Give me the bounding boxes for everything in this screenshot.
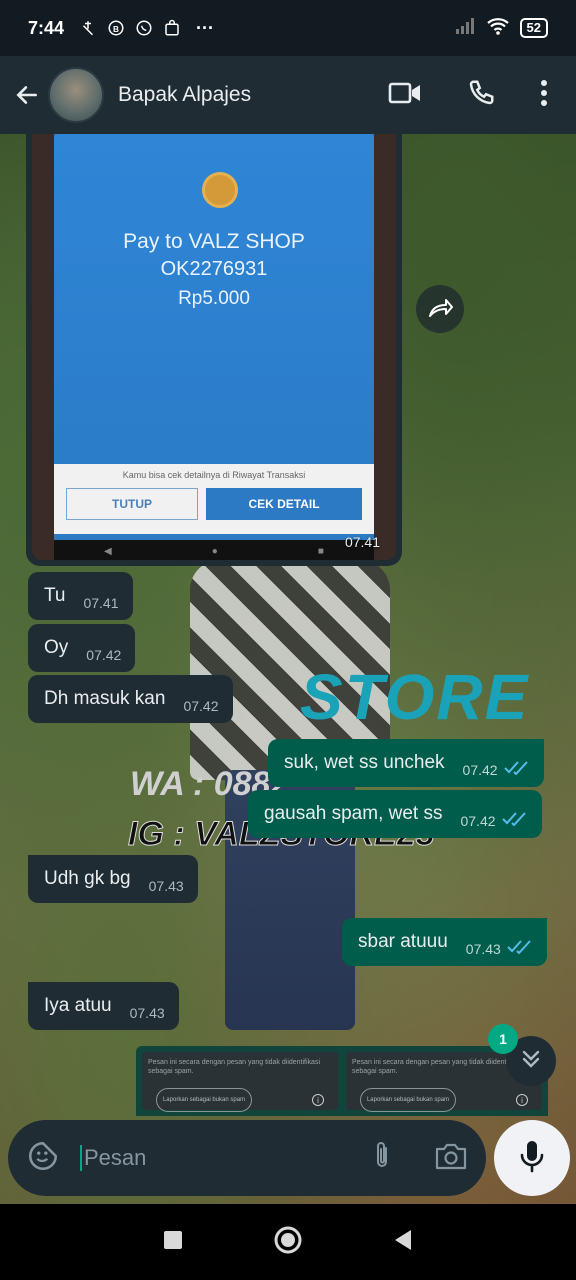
mute-icon [78, 18, 98, 38]
video-call-icon[interactable] [388, 80, 422, 111]
read-ticks-icon [501, 810, 528, 832]
recents-icon[interactable] [163, 1230, 183, 1255]
voice-record-button[interactable] [494, 1120, 570, 1196]
message-bubble-outgoing[interactable]: suk, wet ss unchek 07.42 [268, 739, 544, 787]
cek-detail-button: CEK DETAIL [206, 488, 362, 520]
contact-name[interactable]: Bapak Alpajes [118, 83, 251, 107]
coin-icon [202, 172, 238, 208]
message-text: Tu [44, 585, 66, 606]
message-text: Oy [44, 637, 69, 658]
phone-screen: Pay to VALZ SHOP OK2276931 Rp5.000 Kamu … [54, 134, 374, 534]
message-bubble-incoming[interactable]: Oy 07.42 [28, 624, 136, 672]
payment-screenshot: Pay to VALZ SHOP OK2276931 Rp5.000 Kamu … [32, 134, 396, 560]
message-time: 07.42 [183, 698, 219, 714]
message-bubble-incoming[interactable]: Dh masuk kan 07.42 [28, 675, 233, 723]
info-icon[interactable]: i [516, 1094, 528, 1106]
pay-code: OK2276931 [160, 258, 268, 280]
read-ticks-icon [503, 759, 530, 781]
voice-call-icon[interactable] [466, 78, 496, 113]
contact-avatar[interactable] [48, 67, 104, 123]
forward-icon [427, 296, 453, 323]
header-actions [388, 78, 562, 113]
message-text: Udh gk bg [44, 868, 131, 889]
message-text: gausah spam, wet ss [264, 803, 443, 824]
image-message[interactable]: Pay to VALZ SHOP OK2276931 Rp5.000 Kamu … [26, 134, 402, 566]
read-ticks-icon [507, 938, 533, 960]
message-text: Dh masuk kan [44, 688, 166, 709]
spam-report-strip: Pesan ini secara dengan pesan yang tidak… [136, 1046, 548, 1116]
chat-header: Bapak Alpajes [0, 56, 576, 134]
message-time: 07.42 [86, 647, 122, 663]
report-card-text: Pesan ini secara dengan pesan yang tidak… [148, 1059, 321, 1075]
message-bubble-outgoing[interactable]: gausah spam, wet ss 07.42 [248, 790, 542, 838]
back-triangle-icon[interactable] [393, 1229, 413, 1256]
message-text: sbar atuuu [358, 931, 448, 952]
message-bubble-incoming[interactable]: Iya atuu 07.43 [28, 982, 179, 1030]
phone-back-icon: ◀ [104, 545, 112, 557]
message-text: suk, wet ss unchek [284, 752, 445, 773]
message-bubble-outgoing[interactable]: sbar atuuu 07.43 [342, 918, 547, 966]
status-time: 7:44 [28, 17, 65, 38]
watermark-store: STORE [300, 661, 530, 733]
image-timestamp: 07.41 [344, 534, 380, 550]
message-time: 07.41 [83, 595, 119, 611]
message-bubble-incoming[interactable]: Udh gk bg 07.43 [28, 855, 198, 903]
report-not-spam-button[interactable]: Laporkan sebagai bukan spam [156, 1088, 252, 1112]
pay-note: Kamu bisa cek detailnya di Riwayat Trans… [122, 470, 306, 480]
home-icon[interactable] [273, 1225, 303, 1260]
unread-count-badge: 1 [488, 1024, 518, 1054]
b-notification-icon: B [106, 18, 126, 38]
back-arrow-icon[interactable] [14, 82, 40, 108]
phone-recent-icon: ■ [317, 545, 324, 557]
wifi-icon [486, 16, 510, 41]
report-card[interactable]: Pesan ini secara dengan pesan yang tidak… [142, 1052, 338, 1112]
pay-title: Pay to VALZ SHOP [123, 230, 305, 253]
message-time: 07.42 [460, 813, 496, 829]
pay-panel: Kamu bisa cek detailnya di Riwayat Trans… [54, 464, 374, 534]
composer-actions [370, 1140, 468, 1177]
report-not-spam-button[interactable]: Laporkan sebagai bukan spam [360, 1088, 456, 1112]
whatsapp-icon [134, 18, 154, 38]
pay-amount: Rp5.000 [178, 288, 250, 309]
tutup-button: TUTUP [66, 488, 198, 520]
message-composer: Pesan [8, 1120, 486, 1196]
message-time: 07.43 [148, 878, 184, 894]
emoji-sticker-icon[interactable] [26, 1139, 60, 1178]
message-input[interactable]: Pesan [80, 1145, 146, 1171]
svg-text:B: B [113, 25, 119, 34]
system-nav-bar [0, 1204, 576, 1280]
menu-kebab-icon[interactable] [540, 79, 548, 112]
message-time: 07.42 [462, 762, 498, 778]
status-icons-right: 52 [454, 16, 548, 41]
status-bar: 7:44 B ··· 52 [0, 0, 576, 56]
battery-icon: 52 [519, 18, 548, 38]
phone-home-icon: ● [211, 545, 218, 557]
message-bubble-incoming[interactable]: Tu 07.41 [28, 572, 133, 620]
attach-paperclip-icon[interactable] [370, 1140, 394, 1177]
signal-icon [454, 17, 476, 40]
message-text: Iya atuu [44, 995, 112, 1016]
forward-button[interactable] [416, 285, 464, 333]
status-icons-left: B ··· [78, 18, 214, 39]
camera-icon[interactable] [434, 1141, 468, 1176]
info-icon[interactable]: i [312, 1094, 324, 1106]
phone-nav: ◀ ● ■ [54, 540, 374, 560]
microphone-icon [519, 1139, 545, 1178]
message-time: 07.43 [129, 1005, 165, 1021]
more-notifications: ··· [196, 17, 215, 38]
message-time: 07.43 [465, 941, 501, 957]
shop-bag-icon [162, 18, 182, 38]
double-chevron-down-icon [520, 1048, 542, 1075]
